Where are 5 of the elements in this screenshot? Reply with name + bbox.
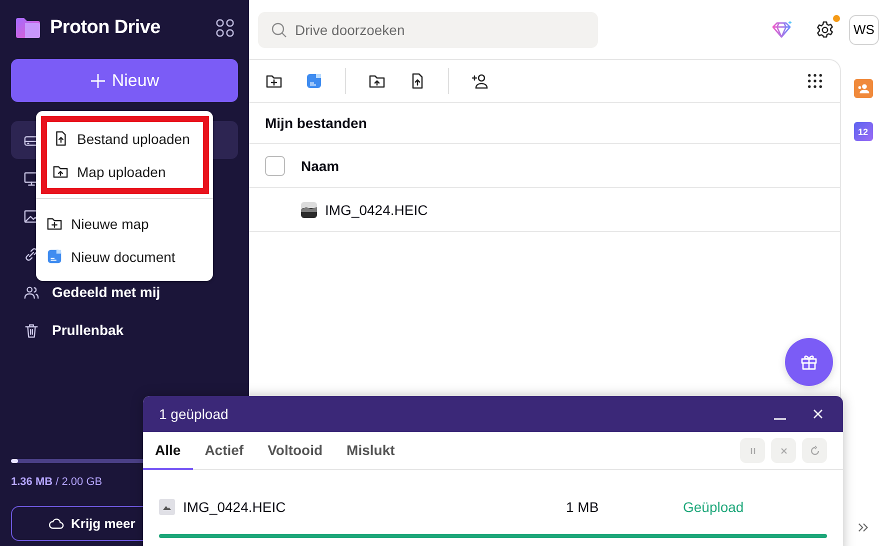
file-size: 1 MB (566, 499, 600, 515)
app-title: Proton Drive (50, 17, 160, 39)
upload-status: Geüpload (683, 499, 744, 515)
storage-text: 1.36 MB / 2.00 GB (11, 476, 104, 488)
upload-title: 1 geüpload (159, 406, 228, 422)
